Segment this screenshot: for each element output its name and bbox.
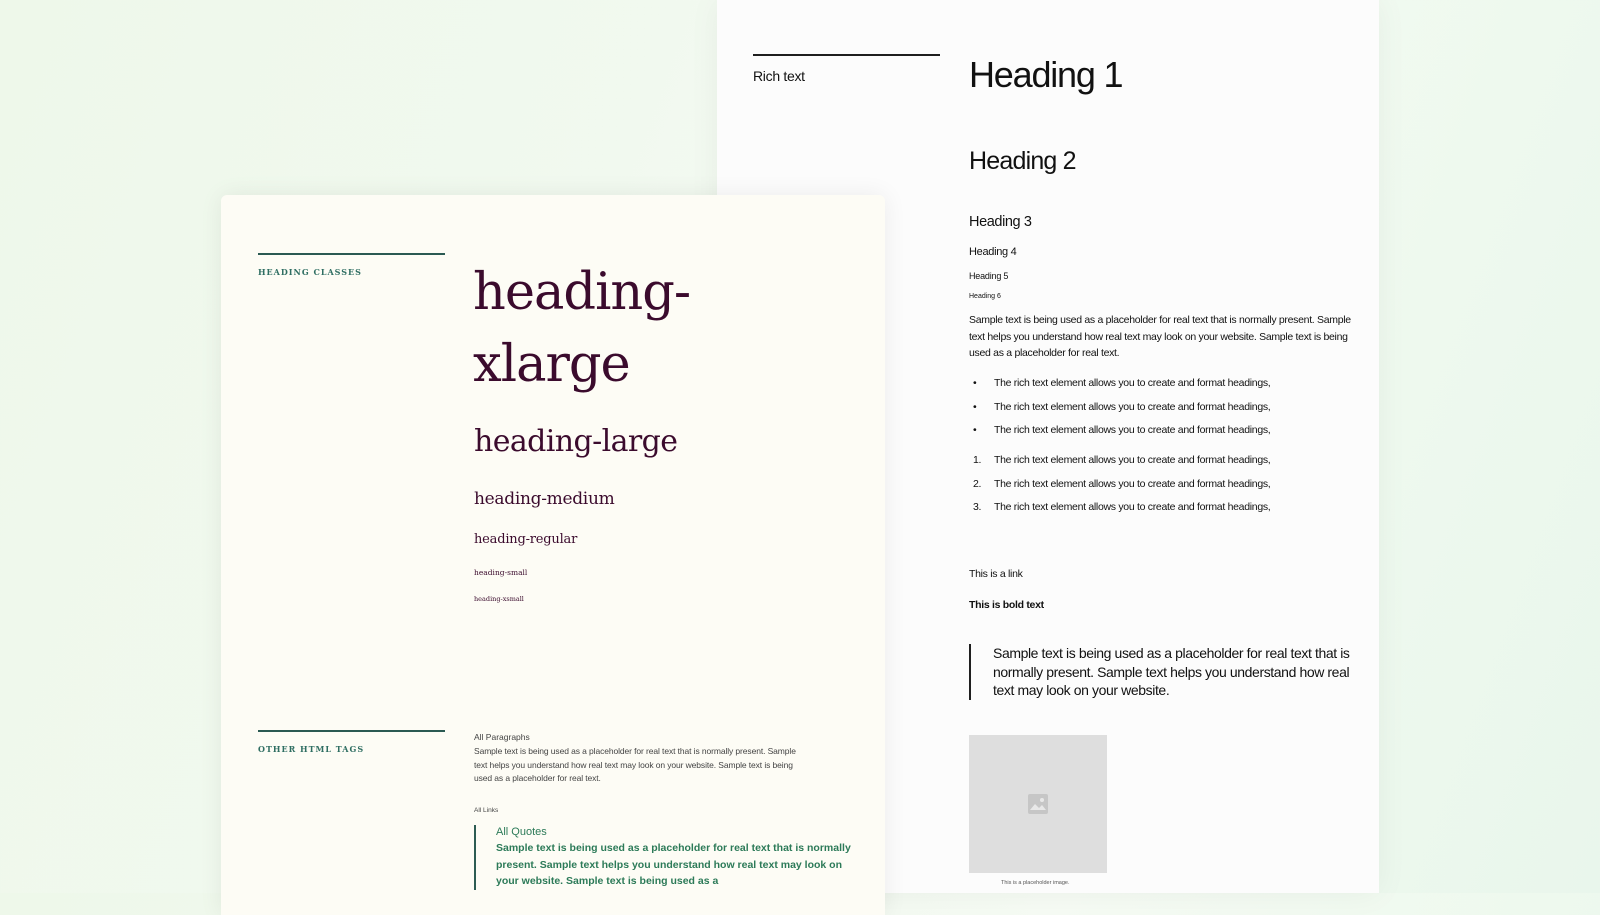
section-label-other-html-tags: OTHER HTML TAGS: [258, 744, 365, 754]
list-item: 3. The rich text element allows you to c…: [969, 501, 1354, 525]
list-item-text: The rich text element allows you to crea…: [994, 477, 1271, 490]
image-placeholder-icon: [1028, 794, 1048, 814]
list-item-text: The rich text element allows you to crea…: [994, 424, 1271, 436]
list-number: 3.: [973, 501, 982, 513]
heading-large-sample: heading-large: [474, 424, 678, 459]
heading-xlarge-sample: heading-xlarge: [473, 263, 691, 394]
blockquote: Sample text is being used as a placehold…: [969, 644, 1353, 700]
paragraphs-label: All Paragraphs: [474, 732, 530, 742]
list-item-text: The rich text element allows you to crea…: [994, 454, 1271, 466]
list-item-text: The rich text element allows you to crea…: [994, 377, 1271, 389]
heading-5: Heading 5: [969, 271, 1009, 281]
bullet-icon: •: [973, 424, 977, 436]
heading-classes-card: HEADING CLASSES heading-xlarge heading-l…: [221, 195, 885, 915]
heading-3: Heading 3: [969, 214, 1032, 230]
placeholder-image: [969, 735, 1107, 873]
bold-text: This is bold text: [969, 599, 1044, 611]
heading-4: Heading 4: [969, 246, 1017, 258]
list-item: 1. The rich text element allows you to c…: [969, 454, 1354, 478]
list-number: 1.: [973, 454, 982, 466]
heading-1: Heading 1: [969, 54, 1124, 95]
sample-link[interactable]: This is a link: [969, 568, 1023, 580]
heading-2: Heading 2: [969, 147, 1077, 175]
bullet-list: • The rich text element allows you to cr…: [969, 377, 1354, 448]
heading-6: Heading 6: [969, 293, 1001, 300]
section-label-heading-classes: HEADING CLASSES: [258, 267, 362, 277]
section-divider: [258, 253, 445, 255]
quote-text: Sample text is being used as a placehold…: [496, 842, 851, 887]
paragraph: Sample text is being used as a placehold…: [969, 314, 1351, 359]
section-divider: [753, 54, 940, 56]
heading-small-sample: heading-small: [474, 568, 528, 577]
list-number: 2.: [973, 477, 982, 490]
list-item: • The rich text element allows you to cr…: [969, 377, 1354, 401]
list-item: • The rich text element allows you to cr…: [969, 401, 1354, 425]
bullet-icon: •: [973, 400, 977, 413]
rich-text-label: Rich text: [753, 68, 805, 84]
quotes-label: All Quotes: [496, 826, 547, 838]
blockquote: All Quotes Sample text is being used as …: [474, 825, 856, 890]
section-divider: [258, 730, 445, 732]
heading-xsmall-sample: heading-xsmall: [474, 595, 524, 603]
bullet-icon: •: [973, 377, 977, 389]
list-item-text: The rich text element allows you to crea…: [994, 400, 1271, 413]
list-item-text: The rich text element allows you to crea…: [994, 501, 1271, 513]
heading-regular-sample: heading-regular: [474, 532, 578, 547]
heading-medium-sample: heading-medium: [474, 489, 615, 509]
list-item: • The rich text element allows you to cr…: [969, 424, 1354, 448]
links-label[interactable]: All Links: [474, 807, 498, 814]
list-item: 2. The rich text element allows you to c…: [969, 478, 1354, 502]
image-caption: This is a placeholder image.: [1001, 880, 1070, 886]
paragraph: Sample text is being used as a placehold…: [474, 746, 796, 783]
numbered-list: 1. The rich text element allows you to c…: [969, 454, 1354, 525]
